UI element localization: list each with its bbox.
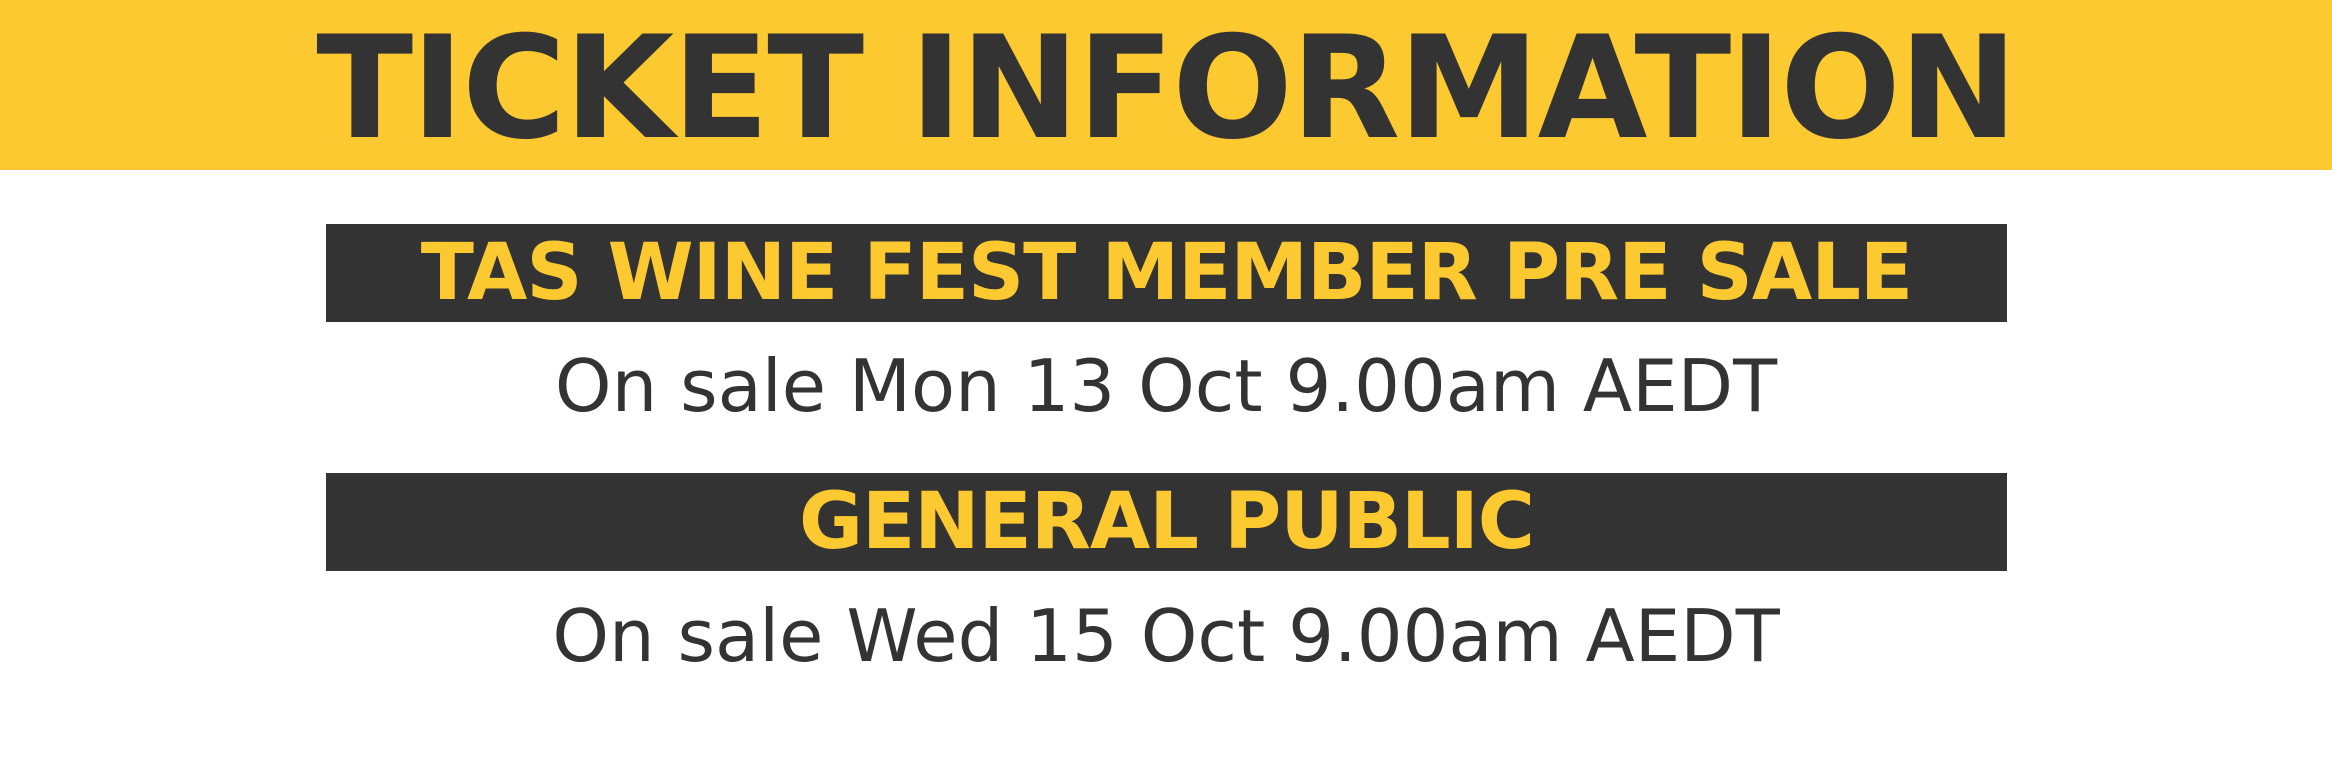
general-public-date: On sale Wed 15 Oct 9.00am AEDT [552, 594, 1780, 678]
header-band: TICKET INFORMATION [0, 0, 2332, 170]
general-public-heading: GENERAL PUBLIC [798, 477, 1535, 567]
member-presale-date: On sale Mon 13 Oct 9.00am AEDT [554, 344, 1778, 428]
ticket-information-banner: TICKET INFORMATION TAS WINE FEST MEMBER … [0, 0, 2332, 759]
general-public-bar: GENERAL PUBLIC [326, 473, 2007, 571]
member-presale-bar: TAS WINE FEST MEMBER PRE SALE [326, 224, 2007, 322]
member-presale-heading: TAS WINE FEST MEMBER PRE SALE [420, 228, 1913, 318]
page-title: TICKET INFORMATION [316, 6, 2017, 171]
